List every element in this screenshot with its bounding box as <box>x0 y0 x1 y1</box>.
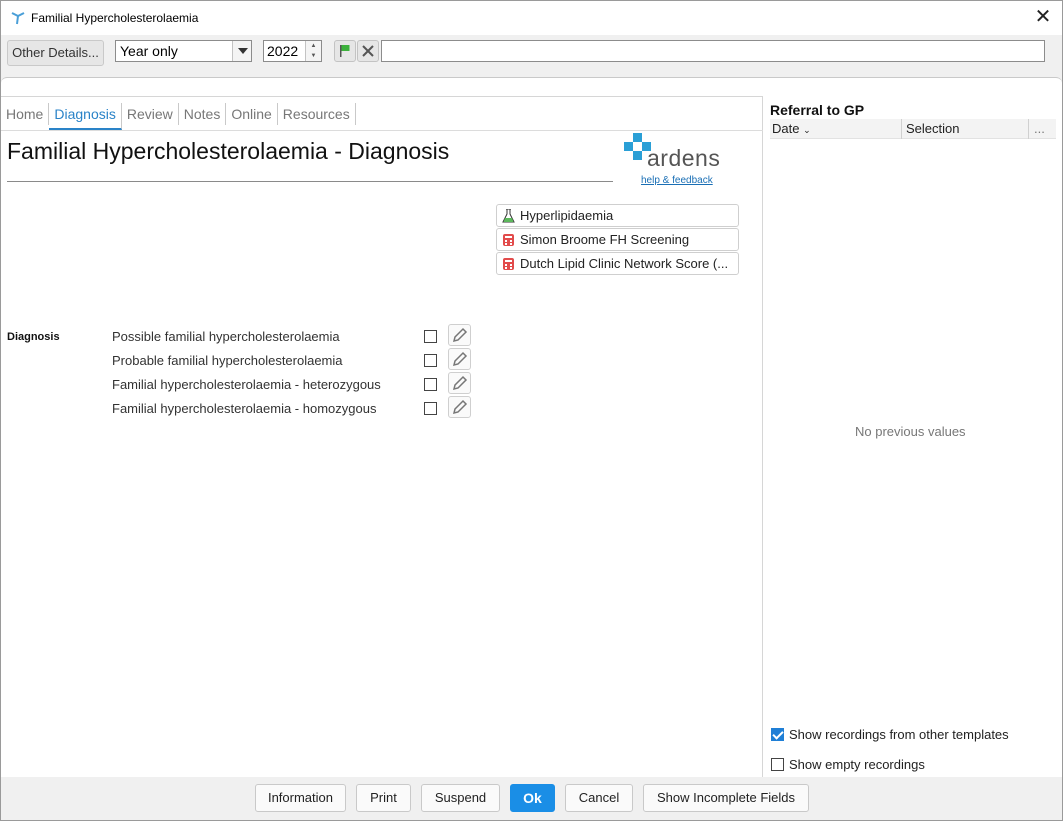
title-bar: Familial Hypercholesterolaemia ✕ <box>1 1 1062 35</box>
option-label: Familial hypercholesterolaemia - heteroz… <box>112 377 381 392</box>
year-stepper[interactable]: 2022 ▲ ▼ <box>263 40 322 62</box>
edit-button[interactable] <box>448 372 471 394</box>
information-button[interactable]: Information <box>255 784 346 812</box>
simon-broome-link-button[interactable]: Simon Broome FH Screening <box>496 228 739 251</box>
app-logo-icon <box>11 12 25 25</box>
column-date-label: Date <box>772 121 800 136</box>
tab-review[interactable]: Review <box>122 103 179 125</box>
history-title: Referral to GP <box>770 102 865 118</box>
page-title: Familial Hypercholesterolaemia - Diagnos… <box>7 138 450 164</box>
tab-home[interactable]: Home <box>1 103 50 125</box>
checkbox-checked[interactable] <box>771 728 784 741</box>
spin-up-icon[interactable]: ▲ <box>306 41 321 51</box>
option-label: Familial hypercholesterolaemia - homozyg… <box>112 401 377 416</box>
logo-text: ardens <box>647 145 721 171</box>
show-empty-checkbox[interactable]: Show empty recordings <box>771 757 925 772</box>
option-label: Probable familial hypercholesterolaemia <box>112 353 343 368</box>
suspend-button[interactable]: Suspend <box>421 784 500 812</box>
tab-diagnosis[interactable]: Diagnosis <box>49 103 122 130</box>
column-selection[interactable]: Selection <box>906 121 959 136</box>
option-label: Possible familial hypercholesterolaemia <box>112 329 340 344</box>
print-button[interactable]: Print <box>356 784 411 812</box>
content-panel: Home Diagnosis Review Notes Online Resou… <box>1 77 1062 778</box>
show-incomplete-button[interactable]: Show Incomplete Fields <box>643 784 809 812</box>
dialog-window: Familial Hypercholesterolaemia ✕ Other D… <box>0 0 1063 821</box>
flag-button[interactable] <box>334 40 356 62</box>
spin-down-icon[interactable]: ▼ <box>306 51 321 61</box>
ok-button[interactable]: Ok <box>510 784 555 812</box>
other-details-button[interactable]: Other Details... <box>7 40 104 66</box>
column-separator <box>1028 119 1029 139</box>
toolbar: Other Details... Year only 2022 ▲ ▼ <box>1 35 1062 69</box>
free-text-input[interactable] <box>381 40 1045 62</box>
option-checkbox[interactable] <box>424 378 437 391</box>
calculator-icon <box>503 234 514 246</box>
edit-button[interactable] <box>448 348 471 370</box>
template-pane: Home Diagnosis Review Notes Online Resou… <box>1 96 763 778</box>
help-feedback-link[interactable]: help & feedback <box>641 175 713 186</box>
pencil-icon <box>452 399 468 415</box>
dutch-lipid-link-button[interactable]: Dutch Lipid Clinic Network Score (... <box>496 252 739 275</box>
history-table-header: Date ⌄ Selection ... <box>770 119 1056 139</box>
history-pane: Referral to GP Date ⌄ Selection ... No p… <box>764 96 1062 778</box>
pencil-icon <box>452 327 468 343</box>
column-more[interactable]: ... <box>1034 121 1045 136</box>
close-icon <box>362 45 374 57</box>
checkbox-label: Show empty recordings <box>789 757 925 772</box>
tab-divider <box>1 130 763 131</box>
link-label: Hyperlipidaemia <box>520 208 614 223</box>
checkbox-label: Show recordings from other templates <box>789 727 1009 742</box>
chevron-down-icon: ⌄ <box>803 125 811 135</box>
column-separator <box>901 119 902 139</box>
link-label: Simon Broome FH Screening <box>520 232 690 247</box>
tab-bar: Home Diagnosis Review Notes Online Resou… <box>1 97 356 130</box>
year-spinner[interactable]: ▲ ▼ <box>305 41 321 61</box>
title-divider <box>7 181 613 182</box>
link-label: Dutch Lipid Clinic Network Score (... <box>520 256 729 271</box>
calculator-icon <box>503 258 514 270</box>
flag-icon <box>340 45 350 57</box>
cancel-button[interactable]: Cancel <box>565 784 633 812</box>
year-value: 2022 <box>267 43 299 59</box>
flask-icon <box>502 209 515 223</box>
option-checkbox[interactable] <box>424 354 437 367</box>
clear-button[interactable] <box>357 40 379 62</box>
window-title: Familial Hypercholesterolaemia <box>31 11 199 25</box>
tab-online[interactable]: Online <box>226 103 278 125</box>
show-other-templates-checkbox[interactable]: Show recordings from other templates <box>771 727 1009 742</box>
diagnosis-section-label: Diagnosis <box>7 331 60 343</box>
edit-button[interactable] <box>448 396 471 418</box>
column-date[interactable]: Date ⌄ <box>772 121 811 136</box>
footer-bar: Information Print Suspend Ok Cancel Show… <box>1 777 1062 820</box>
tab-notes[interactable]: Notes <box>179 103 227 125</box>
chevron-down-icon[interactable] <box>232 41 251 61</box>
empty-state-text: No previous values <box>855 424 966 439</box>
tab-resources[interactable]: Resources <box>278 103 356 125</box>
date-precision-value: Year only <box>120 43 178 59</box>
pencil-icon <box>452 351 468 367</box>
option-checkbox[interactable] <box>424 330 437 343</box>
hyperlipidaemia-link-button[interactable]: Hyperlipidaemia <box>496 204 739 227</box>
option-checkbox[interactable] <box>424 402 437 415</box>
pencil-icon <box>452 375 468 391</box>
close-icon[interactable]: ✕ <box>1032 6 1054 28</box>
date-precision-select[interactable]: Year only <box>115 40 252 62</box>
edit-button[interactable] <box>448 324 471 346</box>
checkbox-unchecked[interactable] <box>771 758 784 771</box>
